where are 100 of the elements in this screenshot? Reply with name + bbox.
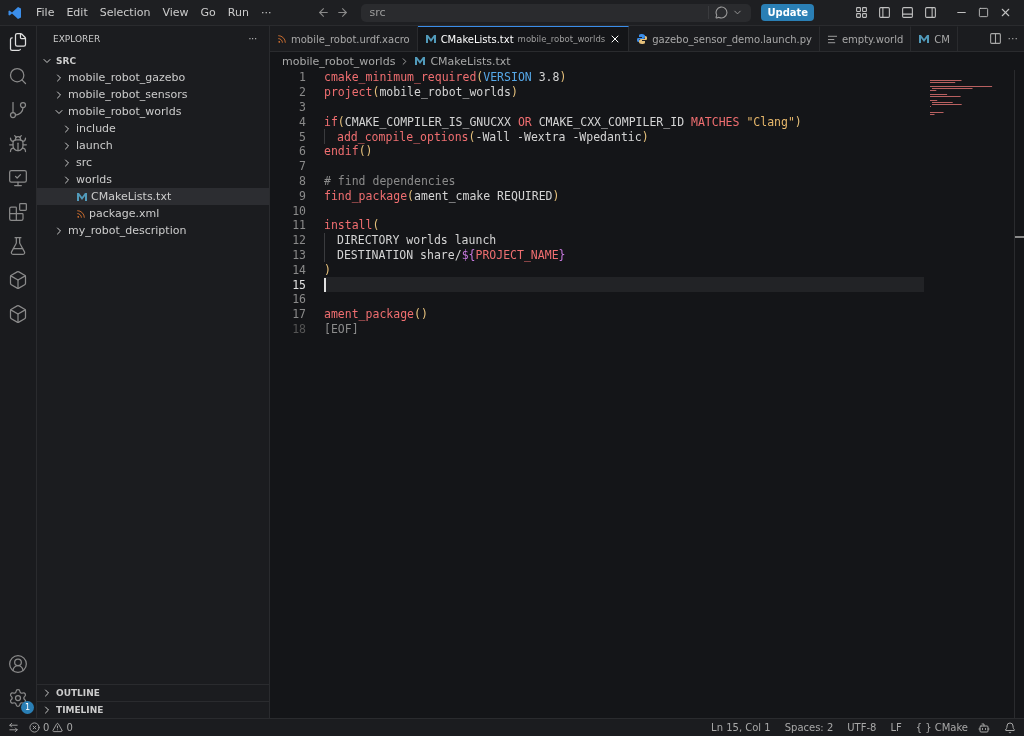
tree-item[interactable]: include [37, 120, 269, 137]
menu-item[interactable]: Selection [93, 6, 157, 19]
panel-bottom-icon[interactable] [901, 6, 914, 19]
extensions-icon[interactable] [8, 202, 28, 222]
split-editor-icon[interactable] [988, 32, 1002, 45]
tree-item[interactable]: package.xml [37, 205, 269, 222]
code-line: ament_package() [324, 307, 428, 322]
tree-item[interactable]: src [37, 154, 269, 171]
chat-icon[interactable] [715, 6, 729, 19]
code-line: # find dependencies [324, 173, 456, 188]
code-line: add_compile_options(-Wall -Wextra -Wpedantic) [337, 129, 649, 144]
status-item[interactable]: UTF-8 [843, 722, 881, 733]
text-cursor [324, 277, 326, 292]
code-line: if(CMAKE_COMPILER_IS_GNUCXX OR CMAKE_CXX_COMPILER_ID MATCHES "Clang") [324, 114, 802, 129]
line-number: 16 [291, 292, 306, 307]
menu-item[interactable]: Go [194, 6, 222, 19]
language-mode[interactable]: { } CMake [911, 722, 972, 733]
scroll-position-marker [1015, 236, 1024, 238]
settings-icon[interactable] [8, 688, 28, 708]
code-line: project(mobile_robot_worlds) [324, 85, 518, 100]
tree-item[interactable]: worlds [37, 171, 269, 188]
tree-item[interactable]: my_robot_description [37, 222, 269, 239]
line-number: 17 [291, 307, 306, 322]
tree-item[interactable]: mobile_robot_worlds [37, 103, 269, 120]
update-button[interactable]: Update [761, 4, 815, 21]
status-item[interactable]: Spaces: 2 [780, 722, 838, 733]
code-line: DESTINATION share/${PROJECT_NAME} [337, 247, 566, 262]
tree-item[interactable]: CMakeLists.txt [37, 188, 269, 205]
code-line: install( [324, 218, 380, 233]
line-number: 9 [298, 188, 306, 203]
more-actions[interactable]: ··· [1007, 32, 1018, 45]
line-number: 6 [298, 144, 306, 159]
run-debug-icon[interactable] [8, 134, 28, 154]
search-icon[interactable] [8, 66, 28, 86]
menu-item[interactable]: ··· [254, 6, 278, 19]
tree-item[interactable]: mobile_robot_sensors [37, 86, 269, 103]
line-number: 2 [298, 85, 306, 100]
tree-root[interactable]: SRC [37, 52, 269, 69]
error-icon [29, 722, 40, 733]
back-icon[interactable] [317, 6, 331, 19]
bell-icon[interactable] [1004, 721, 1016, 734]
panel-header[interactable]: OUTLINE [37, 684, 269, 701]
rss-file-icon [277, 34, 287, 44]
code-line: cmake_minimum_required(VERSION 3.8) [324, 70, 567, 85]
code-line: DIRECTORY worlds launch [337, 233, 497, 248]
line-number: 10 [291, 203, 306, 218]
braces-glyph: { } [915, 722, 932, 733]
app-logo-icon [8, 5, 22, 20]
remote-icon[interactable] [8, 722, 19, 733]
layout-icon[interactable] [855, 6, 868, 19]
panel-left-icon[interactable] [878, 6, 891, 19]
more-actions[interactable]: ··· [248, 34, 257, 44]
line-number: 12 [291, 233, 306, 248]
line-number: 5 [298, 129, 306, 144]
flask-icon[interactable] [8, 236, 28, 256]
code-line: find_package(ament_cmake REQUIRED) [324, 188, 560, 203]
line-number: 3 [298, 100, 306, 114]
line-number: 8 [298, 173, 306, 188]
line-number: 1 [298, 70, 306, 85]
tree-item[interactable]: launch [37, 137, 269, 154]
line-number: 4 [298, 114, 306, 129]
status-item[interactable]: LF [886, 722, 906, 733]
close-icon[interactable] [999, 6, 1012, 19]
package-icon[interactable] [8, 304, 28, 324]
m-file-icon [918, 33, 931, 45]
menu-item[interactable]: Edit [60, 6, 94, 19]
notification-badge: 1 [21, 701, 34, 714]
menu-item[interactable]: View [156, 6, 195, 19]
problems-status[interactable]: 0 0 [25, 722, 77, 733]
text-file-icon [826, 33, 838, 45]
menu-item[interactable]: Run [221, 6, 255, 19]
editor-tab[interactable]: CMakeLists.txt mobile_robot_worlds [417, 26, 630, 51]
m-file-icon [424, 33, 437, 45]
files-icon[interactable] [8, 32, 28, 52]
maximize-icon[interactable] [978, 7, 989, 18]
breadcrumb[interactable]: CMakeLists.txt [430, 54, 511, 68]
python-file-icon [636, 33, 649, 45]
rss-file-icon [76, 208, 86, 219]
code-line: endif() [324, 144, 373, 159]
code-line: [EOF] [324, 321, 359, 336]
line-number: 14 [291, 262, 306, 277]
menu-item[interactable]: File [30, 6, 61, 19]
m-file-icon [76, 190, 88, 203]
line-number: 18 [291, 321, 306, 336]
command-center[interactable]: src [361, 3, 752, 22]
line-number: 7 [298, 159, 306, 174]
line-number: 11 [291, 218, 306, 233]
status-item[interactable]: Ln 15, Col 1 [707, 722, 775, 733]
panel-right-icon[interactable] [924, 6, 937, 19]
copilot-icon[interactable] [978, 721, 990, 734]
tree-item[interactable]: mobile_robot_gazebo [37, 69, 269, 86]
breadcrumb[interactable]: mobile_robot_worlds [282, 54, 396, 68]
account-icon[interactable] [8, 654, 28, 674]
sidebar-title: EXPLORER [53, 34, 101, 44]
remote-explorer-icon[interactable] [8, 168, 28, 188]
source-control-icon[interactable] [8, 100, 28, 120]
forward-icon[interactable] [336, 6, 350, 19]
m-file-icon [414, 55, 427, 67]
line-number: 15 [291, 277, 306, 292]
code-line: ) [324, 262, 331, 277]
